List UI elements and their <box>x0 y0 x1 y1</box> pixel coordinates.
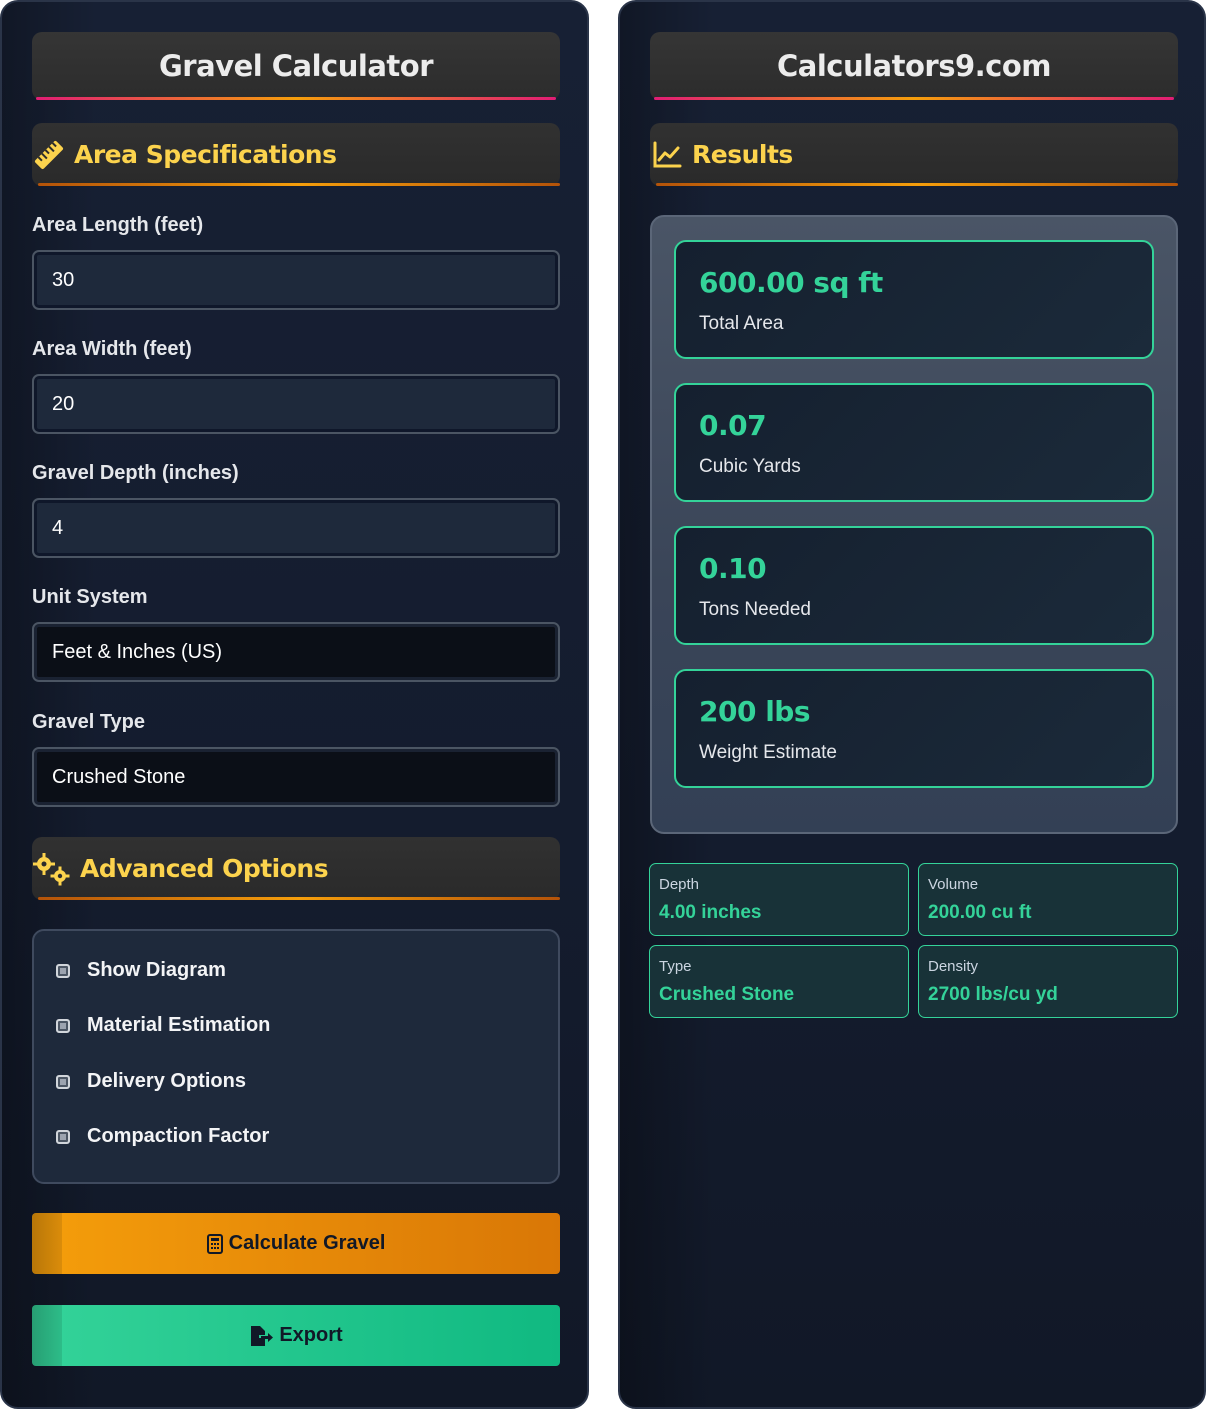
option-label: Material Estimation <box>87 1014 271 1036</box>
ruler-icon <box>32 138 66 172</box>
area-width-input[interactable]: 20 <box>32 374 560 434</box>
calculate-gravel-label: Calculate Gravel <box>228 1232 386 1254</box>
advanced-options-title: Advanced Options <box>80 854 329 883</box>
option-show-diagram[interactable]: Show Diagram <box>56 959 226 982</box>
density-summary-card: Density 2700 lbs/cu yd <box>918 945 1178 1018</box>
option-delivery-options[interactable]: Delivery Options <box>56 1070 246 1093</box>
cubic-yards-value: 0.07 <box>699 409 767 442</box>
total-area-value: 600.00 sq ft <box>699 266 883 299</box>
gravel-type-select[interactable]: Crushed Stone <box>32 747 560 807</box>
cubic-yards-card: 0.07 Cubic Yards <box>674 383 1154 502</box>
area-width-label: Area Width (feet) <box>32 338 192 360</box>
unit-system-select[interactable]: Feet & Inches (US) <box>32 622 560 682</box>
advanced-options-list: Show Diagram Material Estimation Deliver… <box>32 929 560 1184</box>
gravel-depth-label: Gravel Depth (inches) <box>32 462 239 484</box>
total-area-label: Total Area <box>699 313 784 334</box>
results-panel: Calculators9.com Results 600.00 sq ft To… <box>618 0 1206 1409</box>
site-title: Calculators9.com <box>650 32 1178 100</box>
cubic-yards-label: Cubic Yards <box>699 456 801 477</box>
results-header: Results <box>650 123 1178 186</box>
weight-estimate-label: Weight Estimate <box>699 742 837 763</box>
depth-summary-label: Depth <box>659 876 700 893</box>
gravel-type-label: Gravel Type <box>32 711 146 733</box>
volume-summary-value: 200.00 cu ft <box>928 902 1032 923</box>
tons-needed-label: Tons Needed <box>699 599 811 620</box>
total-area-card: 600.00 sq ft Total Area <box>674 240 1154 359</box>
area-length-input[interactable]: 30 <box>32 250 560 310</box>
option-material-estimation[interactable]: Material Estimation <box>56 1014 270 1037</box>
results-title: Results <box>692 140 793 169</box>
file-export-icon <box>249 1325 274 1347</box>
delivery-options-checkbox[interactable] <box>56 1074 70 1089</box>
advanced-options-header: Advanced Options <box>32 837 560 900</box>
type-summary-card: Type Crushed Stone <box>649 945 909 1018</box>
tons-needed-value: 0.10 <box>699 552 767 585</box>
gravel-depth-input[interactable]: 4 <box>32 498 560 558</box>
compaction-factor-checkbox[interactable] <box>56 1129 70 1144</box>
export-label: Export <box>279 1324 343 1346</box>
calculate-gravel-button[interactable]: Calculate Gravel <box>32 1213 560 1274</box>
calculator-title: Gravel Calculator <box>32 32 560 100</box>
show-diagram-checkbox[interactable] <box>56 963 70 978</box>
type-summary-label: Type <box>659 958 692 975</box>
calculator-panel: Gravel Calculator Area Specifications Ar… <box>0 0 589 1409</box>
results-container: 600.00 sq ft Total Area 0.07 Cubic Yards… <box>650 215 1178 834</box>
area-specifications-title: Area Specifications <box>74 140 337 169</box>
density-summary-label: Density <box>928 958 979 975</box>
depth-summary-value: 4.00 inches <box>659 902 762 923</box>
option-label: Delivery Options <box>87 1070 246 1092</box>
weight-estimate-value: 200 lbs <box>699 695 811 728</box>
type-summary-value: Crushed Stone <box>659 984 795 1005</box>
volume-summary-card: Volume 200.00 cu ft <box>918 863 1178 936</box>
gears-icon <box>32 852 72 886</box>
unit-system-label: Unit System <box>32 586 148 608</box>
option-compaction-factor[interactable]: Compaction Factor <box>56 1125 269 1148</box>
area-length-label: Area Length (feet) <box>32 214 204 236</box>
density-summary-value: 2700 lbs/cu yd <box>928 984 1058 1005</box>
export-button[interactable]: Export <box>32 1305 560 1366</box>
option-label: Compaction Factor <box>87 1125 270 1147</box>
tons-needed-card: 0.10 Tons Needed <box>674 526 1154 645</box>
calculator-icon <box>206 1233 223 1254</box>
volume-summary-label: Volume <box>928 876 979 893</box>
material-estimation-checkbox[interactable] <box>56 1018 70 1033</box>
depth-summary-card: Depth 4.00 inches <box>649 863 909 936</box>
area-specifications-header: Area Specifications <box>32 123 560 186</box>
line-chart-icon <box>650 138 684 172</box>
option-label: Show Diagram <box>87 959 226 981</box>
weight-estimate-card: 200 lbs Weight Estimate <box>674 669 1154 788</box>
